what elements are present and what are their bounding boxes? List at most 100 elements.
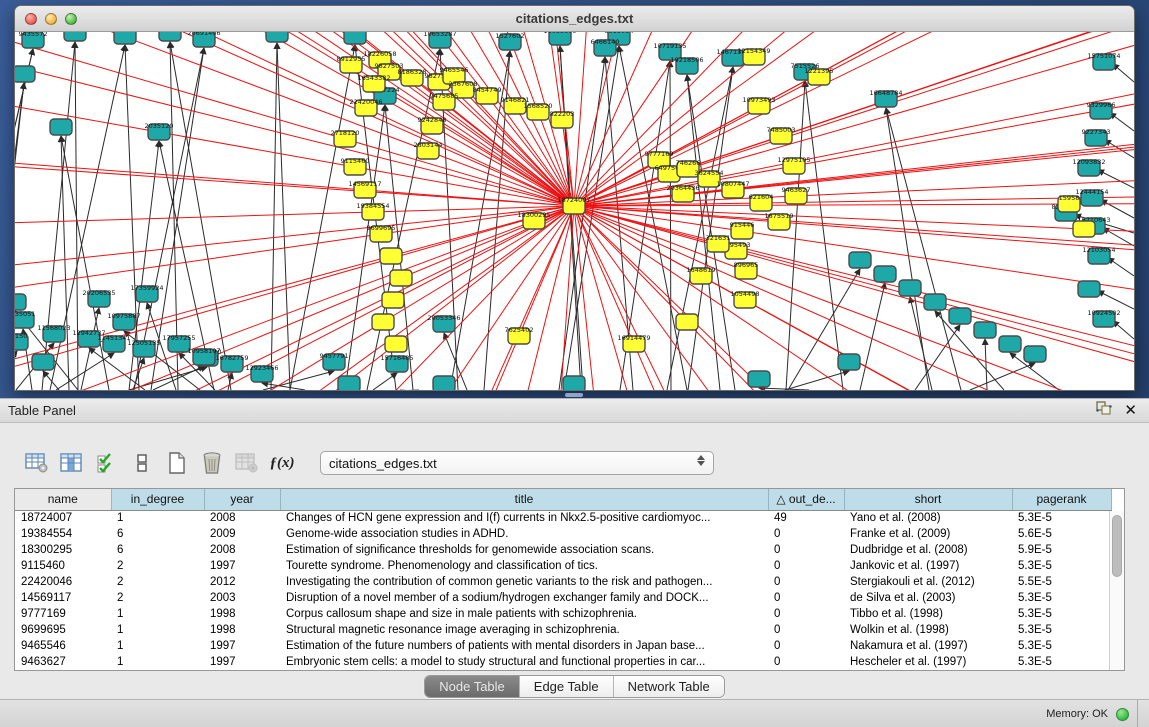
- cell-short[interactable]: de Silva et al. (2003): [844, 590, 1012, 606]
- table-row[interactable]: 1872400712008Changes of HCN gene express…: [15, 510, 1111, 526]
- cell-short[interactable]: Jankovic et al. (1997): [844, 558, 1012, 574]
- new-column-icon[interactable]: [164, 450, 190, 476]
- column-header-in_degree[interactable]: in_degree: [111, 489, 204, 510]
- cell-title[interactable]: Embryonic stem cells: a model to study s…: [280, 654, 768, 670]
- network-node[interactable]: 14569117: [348, 180, 381, 198]
- cell-name[interactable]: 14569117: [15, 590, 111, 606]
- close-panel-icon[interactable]: ✕: [1124, 403, 1137, 418]
- network-node[interactable]: 20691406: [187, 32, 220, 47]
- cell-in_degree[interactable]: 2: [111, 590, 204, 606]
- network-node[interactable]: 9329966: [1087, 101, 1116, 119]
- network-node[interactable]: 8912955: [337, 55, 366, 73]
- cell-title[interactable]: Corpus callosum shape and size in male p…: [280, 606, 768, 622]
- network-node[interactable]: 9457791: [320, 352, 349, 370]
- network-node[interactable]: 8186328: [398, 68, 427, 86]
- table-vertical-scrollbar[interactable]: [1109, 511, 1124, 671]
- network-node[interactable]: 896965: [734, 261, 759, 279]
- cell-name[interactable]: 19384554: [15, 526, 111, 542]
- network-node[interactable]: [159, 32, 181, 41]
- network-view-window[interactable]: citations_edges.txt 94355722069140610653…: [14, 5, 1135, 391]
- network-node[interactable]: [390, 270, 412, 286]
- column-header-short[interactable]: short: [844, 489, 1012, 510]
- table-select-combo[interactable]: citations_edges.txt: [320, 451, 714, 475]
- network-node[interactable]: 12975105: [777, 156, 810, 174]
- cell-pagerank[interactable]: 5.3E-5: [1012, 638, 1111, 654]
- cell-out_degree[interactable]: 0: [768, 526, 844, 542]
- network-node[interactable]: 835051: [15, 310, 35, 328]
- network-node[interactable]: [1024, 346, 1046, 362]
- network-node[interactable]: 321631: [706, 234, 731, 252]
- cell-out_degree[interactable]: 0: [768, 574, 844, 590]
- network-node[interactable]: 2718120: [331, 129, 360, 147]
- network-node[interactable]: 2035120: [145, 122, 174, 140]
- tab-node-table[interactable]: Node Table: [425, 676, 520, 697]
- table-row[interactable]: 1830029562008Estimation of significance …: [15, 542, 1111, 558]
- network-node[interactable]: 10924502: [1087, 309, 1120, 327]
- network-node[interactable]: [974, 322, 996, 338]
- cell-in_degree[interactable]: 1: [111, 622, 204, 638]
- network-node[interactable]: 9115460: [341, 157, 370, 175]
- table-row[interactable]: 1938455462009Genome-wide association stu…: [15, 526, 1111, 542]
- network-node[interactable]: 9463627: [782, 186, 811, 204]
- network-node[interactable]: 12103054: [1082, 246, 1115, 264]
- row-height-icon[interactable]: [129, 450, 155, 476]
- network-node[interactable]: [1078, 281, 1100, 297]
- cell-short[interactable]: Nakamura et al. (1997): [844, 638, 1012, 654]
- delete-table-icon[interactable]: [199, 450, 225, 476]
- network-node[interactable]: [64, 32, 86, 41]
- network-node[interactable]: 10653287: [423, 32, 456, 48]
- network-node[interactable]: 9242848: [418, 116, 447, 134]
- network-node[interactable]: 39150: [15, 332, 28, 350]
- close-window-icon[interactable]: [25, 13, 37, 25]
- function-builder-icon[interactable]: ƒ(x): [269, 450, 295, 476]
- network-node[interactable]: [748, 371, 770, 387]
- network-node[interactable]: 2803144: [414, 141, 443, 159]
- network-node[interactable]: 20206535: [82, 289, 115, 307]
- network-node[interactable]: 822203: [550, 110, 575, 128]
- table-row[interactable]: 977716911998Corpus callosum shape and si…: [15, 606, 1111, 622]
- cell-year[interactable]: 1997: [204, 654, 280, 670]
- cell-short[interactable]: Stergiakouli et al. (2012): [844, 574, 1012, 590]
- cell-in_degree[interactable]: 6: [111, 526, 204, 542]
- cell-title[interactable]: Genome-wide association studies in ADHD.: [280, 526, 768, 542]
- show-columns-icon[interactable]: [59, 450, 85, 476]
- network-node[interactable]: 15751074: [1087, 52, 1120, 70]
- cell-short[interactable]: Hescheler et al. (1997): [844, 654, 1012, 670]
- select-columns-icon[interactable]: [94, 450, 120, 476]
- cell-title[interactable]: Tourette syndrome. Phenomenology and cla…: [280, 558, 768, 574]
- cell-short[interactable]: Franke et al. (2009): [844, 526, 1012, 542]
- cell-name[interactable]: 9465546: [15, 638, 111, 654]
- network-node[interactable]: 16782759: [215, 354, 248, 372]
- network-node[interactable]: [1073, 221, 1095, 237]
- scrollbar-thumb[interactable]: [1112, 515, 1122, 577]
- cell-out_degree[interactable]: 0: [768, 542, 844, 558]
- minimize-window-icon[interactable]: [45, 13, 57, 25]
- table-row[interactable]: 1456911722003Disruption of a novel membe…: [15, 590, 1111, 606]
- network-node[interactable]: 9435572: [19, 32, 48, 48]
- cell-pagerank[interactable]: 5.3E-5: [1012, 622, 1111, 638]
- network-node[interactable]: [15, 294, 26, 310]
- network-node[interactable]: 7485003: [767, 126, 796, 144]
- cell-in_degree[interactable]: 2: [111, 558, 204, 574]
- network-node[interactable]: 1648619: [687, 266, 716, 284]
- cell-title[interactable]: Investigating the contribution of common…: [280, 574, 768, 590]
- cell-title[interactable]: Structural magnetic resonance image aver…: [280, 622, 768, 638]
- cell-year[interactable]: 1998: [204, 606, 280, 622]
- network-node[interactable]: [899, 280, 921, 296]
- network-node[interactable]: 12093832: [1072, 158, 1105, 176]
- network-node[interactable]: [999, 336, 1021, 352]
- table-row[interactable]: 911546021997Tourette syndrome. Phenomeno…: [15, 558, 1111, 574]
- network-node[interactable]: 16033809: [543, 32, 576, 45]
- network-node[interactable]: [380, 248, 402, 264]
- cell-name[interactable]: 22420046: [15, 574, 111, 590]
- network-node[interactable]: 19218506: [670, 56, 703, 74]
- cell-year[interactable]: 2003: [204, 590, 280, 606]
- cell-pagerank[interactable]: 5.3E-5: [1012, 510, 1111, 526]
- network-node[interactable]: 9699695: [367, 224, 396, 242]
- network-node[interactable]: [838, 354, 860, 370]
- network-node[interactable]: [874, 266, 896, 282]
- cell-short[interactable]: Dudbridge et al. (2008): [844, 542, 1012, 558]
- network-node[interactable]: 15958: [1058, 194, 1080, 212]
- cell-name[interactable]: 18724007: [15, 510, 111, 526]
- cell-name[interactable]: 18300295: [15, 542, 111, 558]
